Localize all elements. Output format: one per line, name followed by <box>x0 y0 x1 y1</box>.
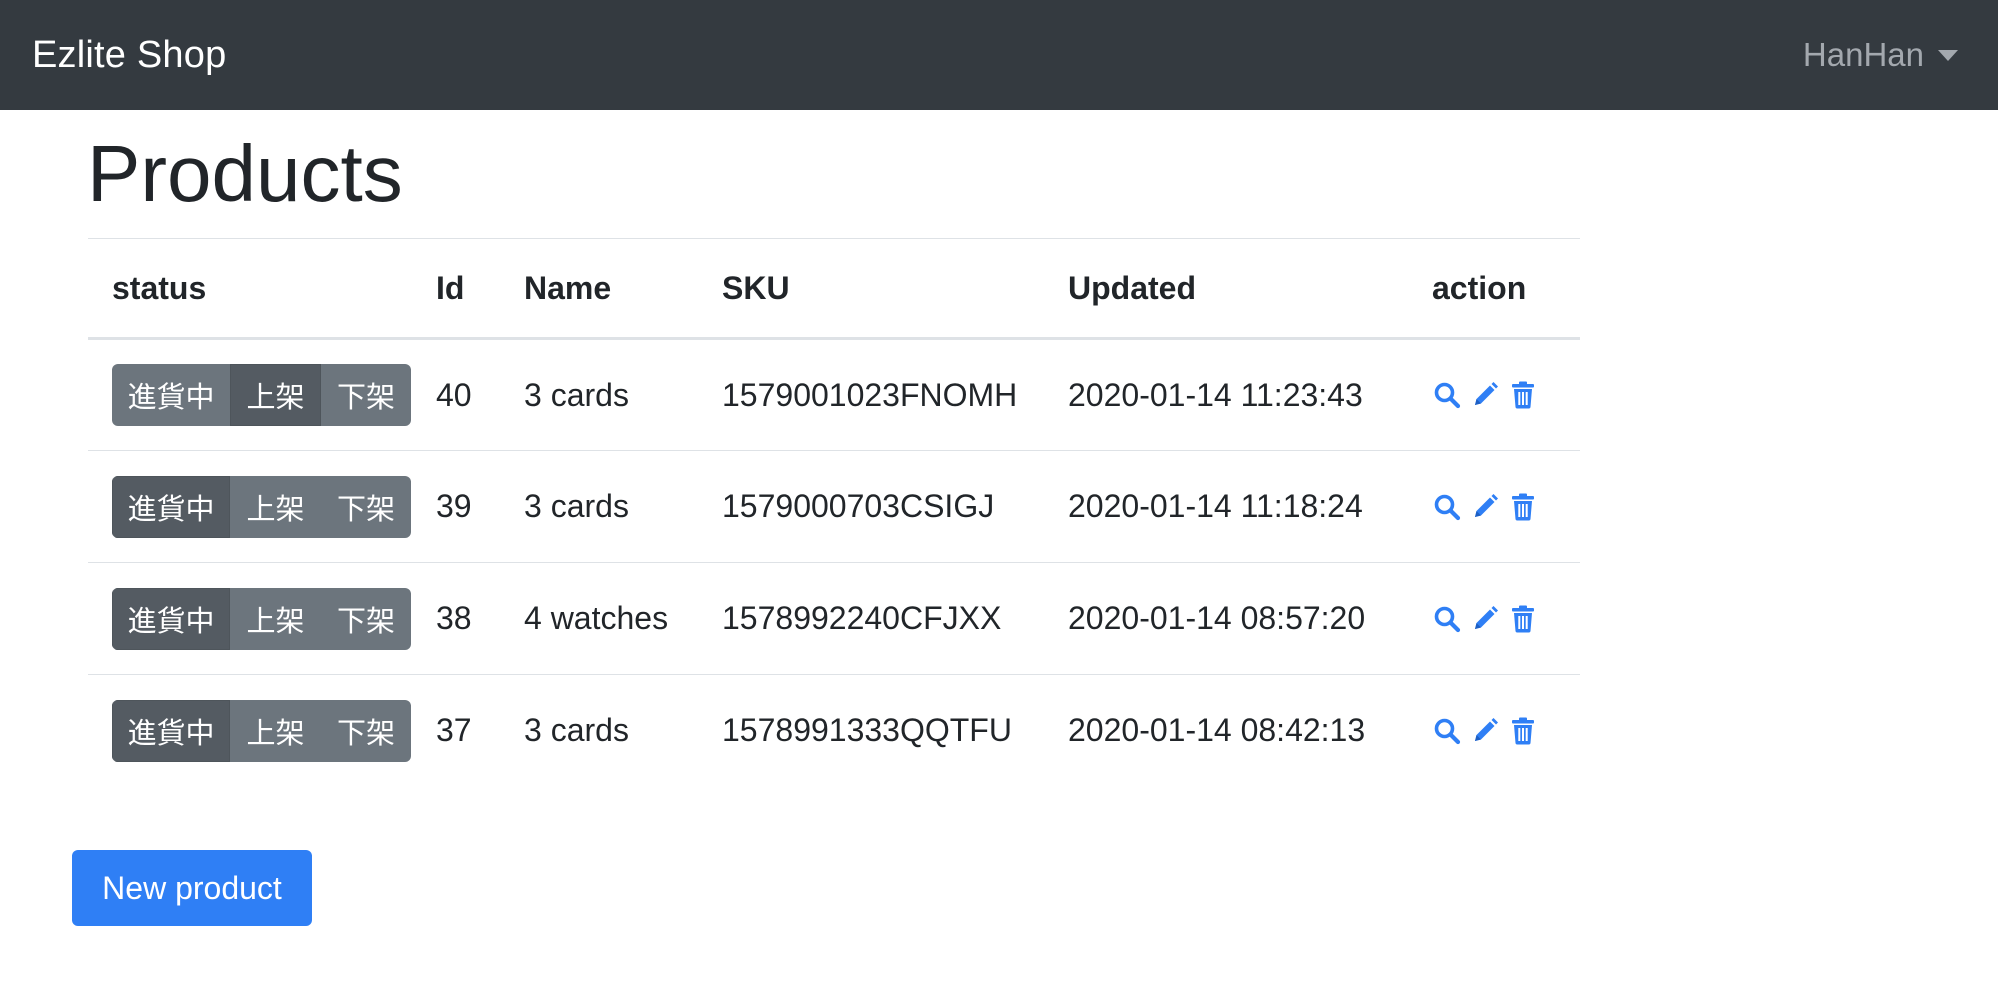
product-sku: 1578991333QQTFU <box>722 712 1012 749</box>
trash-icon[interactable] <box>1508 379 1538 411</box>
header-sku: SKU <box>698 238 1044 340</box>
product-updated: 2020-01-14 08:42:13 <box>1068 712 1366 749</box>
product-id: 37 <box>436 712 472 749</box>
trash-icon[interactable] <box>1508 491 1538 523</box>
header-updated: Updated <box>1044 238 1408 340</box>
products-table-container: status Id Name SKU Updated action 進貨中 上架下… <box>88 238 1580 787</box>
page-title: Products <box>87 129 403 218</box>
search-icon[interactable] <box>1432 491 1462 523</box>
product-id: 38 <box>412 562 500 675</box>
action-cell <box>1408 338 1580 451</box>
product-name: 3 cards <box>500 338 698 451</box>
header-status: status <box>88 238 412 340</box>
status-option-restocking[interactable]: 進貨中 <box>112 475 230 538</box>
status-toggle-group: 進貨中 上架 下架 <box>112 699 411 762</box>
action-cell <box>1408 562 1580 675</box>
pencil-icon[interactable] <box>1470 491 1500 523</box>
search-icon[interactable] <box>1432 603 1462 635</box>
status-option-delisted[interactable]: 下架 <box>321 699 411 762</box>
status-option-delisted[interactable]: 下架 <box>321 587 411 650</box>
caret-down-icon <box>1938 49 1958 61</box>
pencil-icon[interactable] <box>1470 603 1500 635</box>
row-actions <box>1432 379 1556 411</box>
status-cell: 進貨中 上架 下架 <box>88 338 412 451</box>
search-icon[interactable] <box>1432 379 1462 411</box>
trash-icon[interactable] <box>1508 603 1538 635</box>
status-option-restocking[interactable]: 進貨中 <box>112 587 230 650</box>
status-toggle-group: 進貨中 上架 下架 <box>112 587 411 650</box>
status-option-listed[interactable]: 上架 <box>230 475 321 538</box>
brand-link[interactable]: Ezlite Shop <box>32 34 226 77</box>
product-sku: 1578992240CFJXX <box>698 562 1044 675</box>
action-cell <box>1408 675 1580 787</box>
user-dropdown[interactable]: HanHan <box>1803 36 1958 74</box>
product-updated: 2020-01-14 11:23:43 <box>1044 338 1408 451</box>
product-name: 4 watches <box>500 562 698 675</box>
products-table: status Id Name SKU Updated action 進貨中 上架下… <box>88 238 1580 787</box>
status-option-delisted[interactable]: 下架 <box>321 475 411 538</box>
table-row: 進貨中 上架 下架 38 4 watches 1578992240CFJXX 2020-01… <box>88 562 1580 675</box>
table-row: 進貨中 上架 下架 37 3 cards 1578991333QQTFU 2020-01-1… <box>88 675 1580 787</box>
status-cell: 進貨中 上架 下架 <box>88 562 412 675</box>
table-header-row: status Id Name SKU Updated action <box>88 238 1580 340</box>
status-option-restocking[interactable]: 進貨中 <box>112 364 230 426</box>
product-updated: 2020-01-14 08:57:20 <box>1044 562 1408 675</box>
status-cell: 進貨中 上架 下架 <box>88 450 412 563</box>
status-option-restocking[interactable]: 進貨中 <box>112 699 230 762</box>
product-sku: 1579000703CSIGJ <box>698 450 1044 563</box>
action-cell <box>1408 450 1580 563</box>
header-name: Name <box>500 238 698 340</box>
product-id: 40 <box>412 338 500 451</box>
user-name: HanHan <box>1802 36 1924 73</box>
product-sku: 1579001023FNOMH <box>698 338 1044 451</box>
product-updated: 2020-01-14 11:18:24 <box>1044 450 1408 563</box>
product-id: 39 <box>412 450 500 563</box>
search-icon[interactable] <box>1432 715 1462 747</box>
header-action: action <box>1408 238 1580 340</box>
new-product-button[interactable]: New product <box>72 850 312 926</box>
row-actions <box>1432 715 1556 747</box>
status-option-delisted[interactable]: 下架 <box>321 364 411 426</box>
pencil-icon[interactable] <box>1470 715 1500 747</box>
status-cell: 進貨中 上架 下架 <box>88 675 412 787</box>
pencil-icon[interactable] <box>1470 379 1500 411</box>
product-name: 3 cards <box>500 450 698 563</box>
table-row: 進貨中 上架 下架 40 3 cards 1579001023FNOMH 2020-01-1… <box>88 338 1580 451</box>
header-id: Id <box>412 238 500 340</box>
status-toggle-group: 進貨中 上架 下架 <box>112 364 411 426</box>
product-name: 3 cards <box>524 712 629 749</box>
row-actions <box>1432 491 1556 523</box>
table-row: 進貨中 上架 下架 39 3 cards 1579000703CSIGJ 2020-01-1… <box>88 450 1580 563</box>
row-actions <box>1432 603 1556 635</box>
status-option-listed[interactable]: 上架 <box>230 699 321 762</box>
navbar: Ezlite Shop HanHan <box>0 0 1998 110</box>
status-toggle-group: 進貨中 上架 下架 <box>112 475 411 538</box>
trash-icon[interactable] <box>1508 715 1538 747</box>
status-option-listed[interactable]: 上架 <box>230 364 321 426</box>
status-option-listed[interactable]: 上架 <box>230 587 321 650</box>
